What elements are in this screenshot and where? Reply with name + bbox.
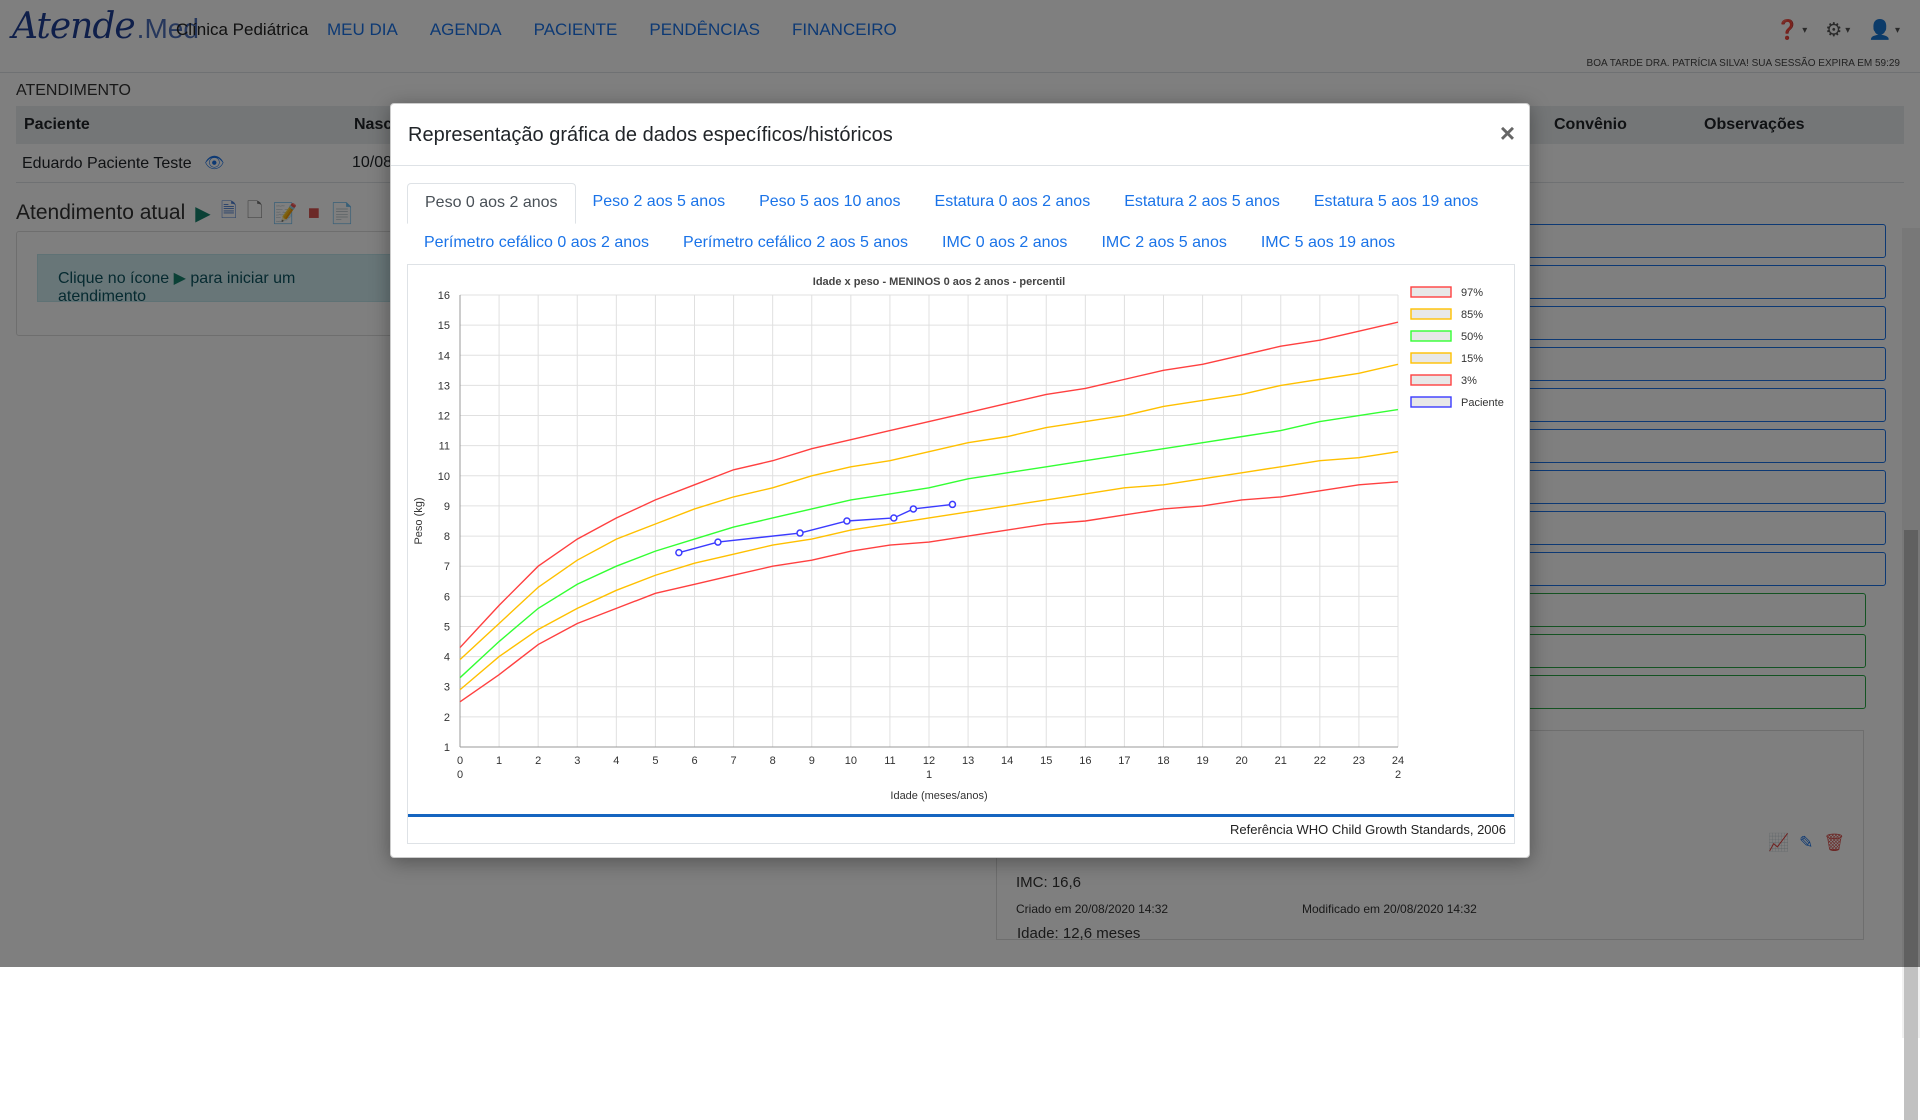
x-tick-label: 23	[1353, 755, 1365, 767]
patient-point	[675, 548, 683, 557]
legend-swatch	[1410, 308, 1452, 320]
patient-point	[909, 505, 918, 513]
x-year-tick-label: 0	[457, 769, 463, 781]
y-tick-label: 7	[444, 561, 450, 573]
tab-estatura-0-2[interactable]: Estatura 0 aos 2 anos	[918, 183, 1108, 224]
legend-label: 15%	[1461, 353, 1483, 365]
chart-title: Idade x peso - MENINOS 0 aos 2 anos - pe…	[813, 276, 1065, 288]
x-tick-label: 1	[496, 755, 502, 767]
tab-estatura-2-5[interactable]: Estatura 2 aos 5 anos	[1107, 183, 1297, 224]
patient-point	[843, 517, 851, 525]
x-tick-label: 17	[1118, 755, 1130, 767]
growth-chart: 123456789101112131415160 1 2 3 4 5 6 7 8 9 10 11 12 1…	[413, 276, 1504, 802]
x-year-tick-label: 2	[1395, 769, 1401, 781]
y-tick-label: 12	[438, 411, 450, 423]
tab-imc-5-19[interactable]: IMC 5 aos 19 anos	[1244, 224, 1412, 265]
y-tick-label: 10	[438, 471, 450, 483]
x-tick-label: 6	[691, 755, 697, 767]
x-tick-label: 15	[1040, 755, 1052, 767]
tab-perimetro-2-5[interactable]: Perímetro cefálico 2 aos 5 anos	[666, 224, 925, 265]
x-tick-label: 12	[923, 755, 935, 767]
y-tick-label: 4	[444, 652, 450, 664]
y-tick-label: 1	[444, 742, 450, 754]
modal-title: Representação gráfica de dados específic…	[408, 124, 893, 146]
chart-reference: Referência WHO Child Growth Standards, 2…	[1229, 822, 1506, 837]
chart-divider	[408, 814, 1514, 817]
patient-point	[890, 514, 898, 522]
legend-label: 3%	[1461, 375, 1477, 387]
legend-swatch	[1410, 396, 1452, 408]
y-tick-label: 3	[444, 682, 450, 694]
chart-modal: Representação gráfica de dados específic…	[390, 103, 1530, 858]
tab-peso-5-10[interactable]: Peso 5 aos 10 anos	[742, 183, 917, 224]
legend-label: 85%	[1461, 309, 1483, 321]
x-tick-label: 19	[1196, 755, 1208, 767]
legend-swatch	[1410, 374, 1452, 386]
x-tick-label: 24	[1392, 755, 1404, 767]
x-tick-label: 4	[613, 755, 619, 767]
tab-row-1: Peso 0 aos 2 anos Peso 2 aos 5 anos Peso…	[407, 183, 1515, 224]
legend-swatch	[1410, 330, 1452, 342]
tab-perimetro-0-2[interactable]: Perímetro cefálico 0 aos 2 anos	[407, 224, 666, 265]
y-tick-label: 14	[438, 350, 450, 362]
x-tick-label: 10	[845, 755, 857, 767]
modal-header: Representação gráfica de dados específic…	[391, 104, 1529, 166]
tab-peso-2-5[interactable]: Peso 2 aos 5 anos	[576, 183, 743, 224]
x-axis-label: Idade (meses/anos)	[890, 790, 987, 802]
patient-point	[796, 529, 804, 537]
y-axis-label: Peso (kg)	[413, 497, 425, 544]
chart-container: 1 2 3 4 5 6 7 8 9 10 11 12 13 14 15 16 0 1 2 3 4 5 6 7 8 9 10 11 12 1…	[407, 264, 1515, 844]
legend-label: 97%	[1461, 287, 1483, 299]
legend-label: 50%	[1461, 331, 1483, 343]
y-tick-label: 16	[438, 290, 450, 302]
chart-tabs: Peso 0 aos 2 anos Peso 2 aos 5 anos Peso…	[407, 183, 1515, 265]
x-tick-label: 16	[1079, 755, 1091, 767]
patient-point	[714, 538, 722, 546]
x-tick-label: 22	[1314, 755, 1326, 767]
x-tick-label: 5	[652, 755, 658, 767]
x-tick-label: 14	[1001, 755, 1013, 767]
tab-row-2: Perímetro cefálico 0 aos 2 anos Perímetr…	[407, 224, 1515, 265]
x-tick-label: 7	[731, 755, 737, 767]
y-tick-label: 6	[444, 591, 450, 603]
x-year-tick-label: 1	[926, 769, 932, 781]
y-tick-label: 5	[444, 621, 450, 633]
y-tick-label: 15	[438, 320, 450, 332]
x-tick-label: 20	[1236, 755, 1248, 767]
x-tick-label: 3	[574, 755, 580, 767]
x-tick-label: 11	[884, 755, 895, 767]
close-button[interactable]: ×	[1500, 118, 1515, 149]
x-tick-label: 0	[457, 755, 463, 767]
x-tick-label: 8	[770, 755, 776, 767]
y-tick-label: 11	[439, 441, 450, 453]
x-tick-label: 21	[1275, 755, 1287, 767]
y-tick-label: 2	[444, 712, 450, 724]
x-tick-label: 9	[809, 755, 815, 767]
x-tick-label: 2	[535, 755, 541, 767]
legend-label: Paciente	[1461, 397, 1504, 409]
y-tick-label: 9	[444, 501, 450, 513]
legend-swatch	[1410, 286, 1452, 298]
tab-peso-0-2[interactable]: Peso 0 aos 2 anos	[407, 183, 576, 224]
tab-imc-0-2[interactable]: IMC 0 aos 2 anos	[925, 224, 1084, 265]
x-tick-label: 18	[1157, 755, 1169, 767]
y-tick-label: 8	[444, 531, 450, 543]
patient-point	[948, 500, 957, 509]
legend-swatch	[1410, 352, 1452, 364]
tab-estatura-5-19[interactable]: Estatura 5 aos 19 anos	[1297, 183, 1496, 224]
tab-imc-2-5[interactable]: IMC 2 aos 5 anos	[1084, 224, 1243, 265]
y-tick-label: 13	[438, 380, 450, 392]
x-tick-label: 13	[962, 755, 974, 767]
